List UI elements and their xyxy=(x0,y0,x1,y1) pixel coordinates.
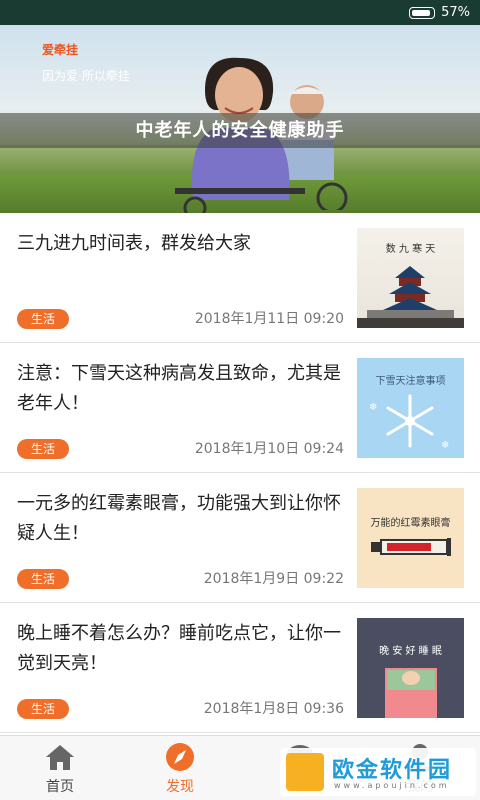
article-thumbnail: 数 九 寒 天 xyxy=(357,228,464,328)
tab-label: 发现 xyxy=(166,779,194,795)
battery-icon xyxy=(409,6,436,19)
article-item[interactable]: 一元多的红霉素眼膏，功能强大到让你怀疑人生！ 生活 2018年1月9日 09:2… xyxy=(0,473,480,603)
hero-banner[interactable]: 爱牵挂 因为爱·所以牵挂 中老年人的安全健康助手 xyxy=(0,25,480,213)
compass-icon xyxy=(166,743,194,771)
thumbnail-caption: 晚 安 好 睡 眠 xyxy=(379,646,442,657)
watermark-logo-icon xyxy=(286,753,324,791)
category-tag: 生活 xyxy=(17,309,69,329)
thumbnail-caption: 万能的红霉素眼膏 xyxy=(370,518,451,529)
sleeping-person-image xyxy=(385,668,437,718)
tab-discover[interactable]: 发现 xyxy=(120,736,240,800)
status-bar: 57% xyxy=(0,0,480,25)
thumbnail-caption: 下雪天注意事项 xyxy=(375,376,446,387)
article-item[interactable]: 晚上睡不着怎么办？睡前吃点它，让你一觉到天亮！ 生活 2018年1月8日 09:… xyxy=(0,603,480,733)
watermark-url: www.apoujin.com xyxy=(334,781,450,790)
article-item[interactable]: 注意：下雪天这种病高发且致命，尤其是老年人！ 生活 2018年1月10日 09:… xyxy=(0,343,480,473)
article-thumbnail: 万能的红霉素眼膏 xyxy=(357,488,464,588)
category-tag: 生活 xyxy=(17,439,69,459)
article-title: 晚上睡不着怎么办？睡前吃点它，让你一觉到天亮！ xyxy=(17,623,341,674)
article-title: 一元多的红霉素眼膏，功能强大到让你怀疑人生！ xyxy=(17,493,341,544)
battery-level: 57% xyxy=(441,5,470,20)
article-time: 2018年1月8日 09:36 xyxy=(203,701,344,717)
brand-logo: 爱牵挂 xyxy=(42,43,79,57)
article-thumbnail: 下雪天注意事项 ❄ ❄ xyxy=(357,358,464,458)
article-time: 2018年1月11日 09:20 xyxy=(194,311,344,327)
thumbnail-caption: 数 九 寒 天 xyxy=(385,244,436,255)
article-item[interactable]: 三九进九时间表，群发给大家 生活 2018年1月11日 09:20 数 九 寒 … xyxy=(0,213,480,343)
article-title: 三九进九时间表，群发给大家 xyxy=(17,233,251,254)
svg-text:❄: ❄ xyxy=(369,402,377,413)
article-title: 注意：下雪天这种病高发且致命，尤其是老年人！ xyxy=(17,363,341,414)
temple-of-heaven-image xyxy=(357,266,464,328)
brand-slogan: 因为爱·所以牵挂 xyxy=(42,69,130,83)
tab-label: 首页 xyxy=(46,779,74,795)
article-time: 2018年1月9日 09:22 xyxy=(203,571,344,587)
home-icon xyxy=(46,745,74,770)
category-tag: 生活 xyxy=(17,569,69,589)
tab-home[interactable]: 首页 xyxy=(0,736,120,800)
snowflake-icon: ❄ ❄ xyxy=(369,394,449,451)
ointment-tube-image xyxy=(371,538,451,556)
article-time: 2018年1月10日 09:24 xyxy=(194,441,344,457)
site-watermark: 欧金软件园 www.apoujin.com xyxy=(280,748,476,796)
article-thumbnail: 晚 安 好 睡 眠 xyxy=(357,618,464,718)
watermark-text: 欧金软件园 xyxy=(332,758,453,783)
svg-text:❄: ❄ xyxy=(441,440,449,451)
article-list: 三九进九时间表，群发给大家 生活 2018年1月11日 09:20 数 九 寒 … xyxy=(0,213,480,735)
category-tag: 生活 xyxy=(17,699,69,719)
banner-title: 中老年人的安全健康助手 xyxy=(135,120,345,141)
